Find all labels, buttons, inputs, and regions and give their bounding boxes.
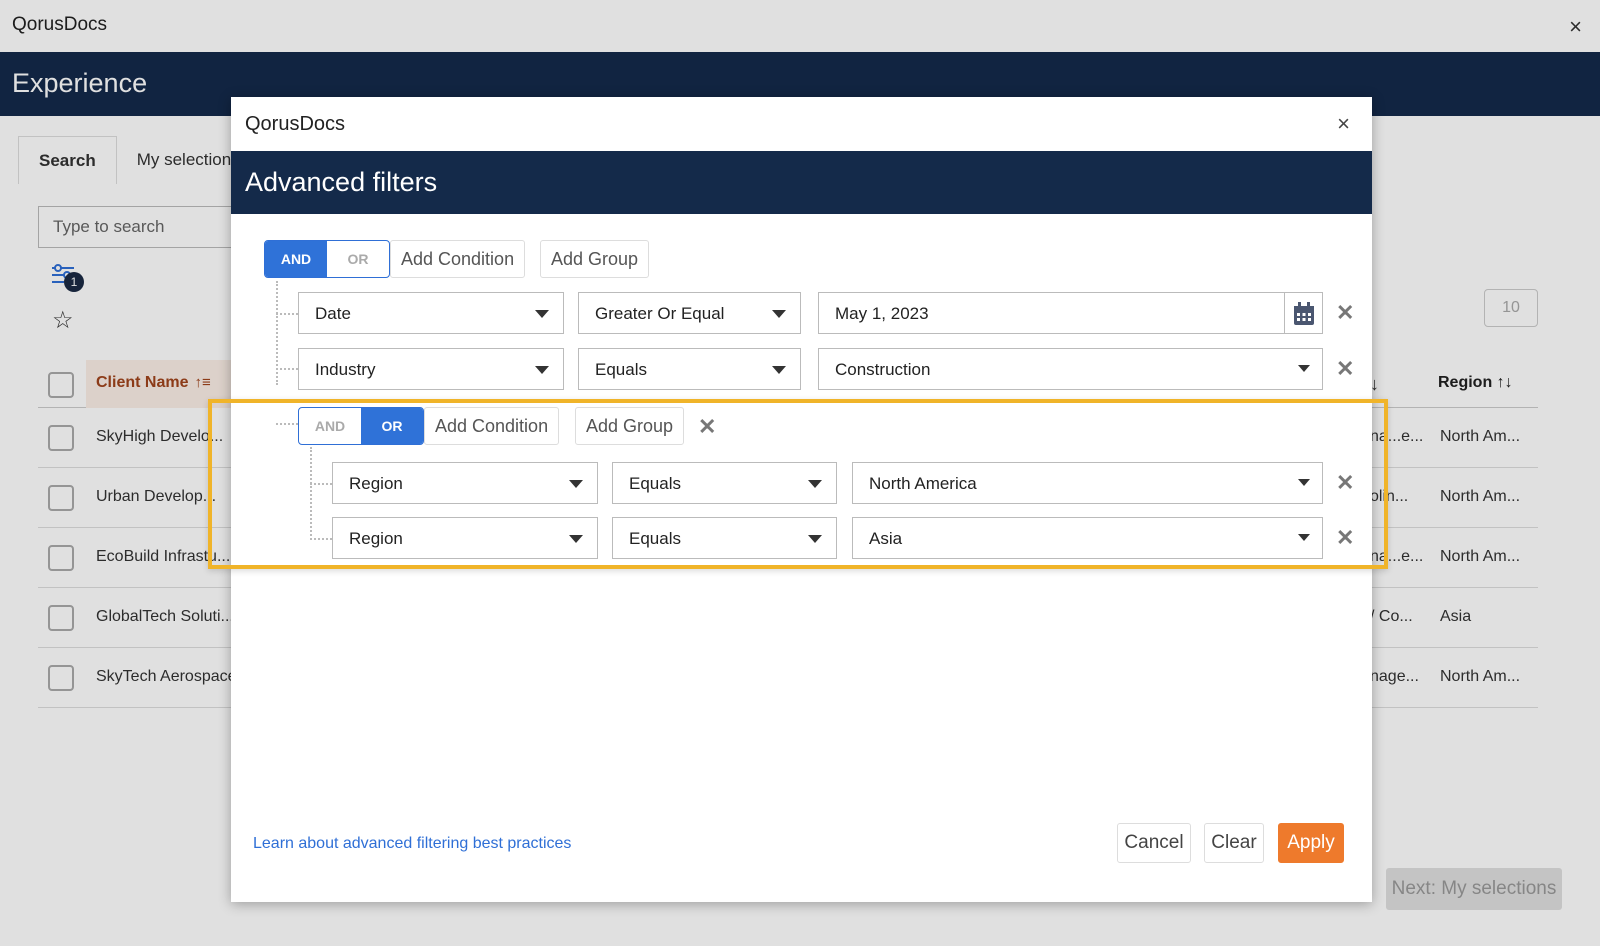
condition-value: Asia (869, 529, 903, 548)
condition-value: Construction (835, 360, 931, 379)
dialog-close-icon[interactable]: × (1337, 111, 1350, 137)
chevron-down-icon (1298, 479, 1310, 486)
remove-condition-icon[interactable]: ✕ (1336, 302, 1354, 324)
condition-operator-select[interactable]: Equals (612, 462, 837, 504)
tree-connector (310, 447, 312, 540)
dialog-title: Advanced filters (245, 167, 438, 197)
tree-connector (310, 483, 332, 485)
group-or-option[interactable]: OR (361, 408, 423, 444)
dialog-titlebar: QorusDocs × (231, 97, 1372, 151)
condition-field-value: Region (349, 529, 403, 548)
condition-value-select[interactable]: Construction (818, 348, 1323, 390)
condition-field-value: Industry (315, 360, 376, 379)
condition-operator-select[interactable]: Equals (612, 517, 837, 559)
condition-field-select[interactable]: Region (332, 462, 598, 504)
group-and-or-toggle: AND OR (298, 407, 424, 445)
dialog-header: Advanced filters (231, 151, 1372, 214)
chevron-down-icon (1298, 534, 1310, 541)
condition-field-value: Region (349, 474, 403, 493)
group-add-group-button[interactable]: Add Group (575, 407, 685, 445)
chevron-down-icon (569, 535, 583, 543)
root-or-option[interactable]: OR (327, 241, 389, 277)
cancel-button[interactable]: Cancel (1117, 823, 1191, 863)
condition-value-select[interactable]: North America (852, 462, 1323, 504)
remove-group-icon[interactable]: ✕ (698, 416, 716, 438)
tree-connector (276, 313, 298, 315)
tree-connector (310, 538, 332, 540)
root-add-group-button[interactable]: Add Group (540, 240, 650, 278)
learn-more-link[interactable]: Learn about advanced filtering best prac… (253, 835, 571, 853)
condition-date-input[interactable]: May 1, 2023 (818, 292, 1285, 334)
chevron-down-icon (1298, 365, 1310, 372)
condition-field-select[interactable]: Region (332, 517, 598, 559)
condition-operator-value: Equals (629, 474, 681, 493)
remove-condition-icon[interactable]: ✕ (1336, 527, 1354, 549)
remove-condition-icon[interactable]: ✕ (1336, 472, 1354, 494)
apply-button[interactable]: Apply (1278, 823, 1344, 863)
chevron-down-icon (569, 480, 583, 488)
calendar-icon (1294, 302, 1314, 325)
condition-operator-value: Greater Or Equal (595, 304, 725, 323)
condition-operator-select[interactable]: Equals (578, 348, 801, 390)
chevron-down-icon (772, 366, 786, 374)
dialog-app-title: QorusDocs (245, 113, 346, 135)
chevron-down-icon (808, 480, 822, 488)
root-add-condition-button[interactable]: Add Condition (390, 240, 526, 278)
condition-value-select[interactable]: Asia (852, 517, 1323, 559)
chevron-down-icon (808, 535, 822, 543)
calendar-button[interactable] (1285, 292, 1323, 334)
condition-operator-value: Equals (595, 360, 647, 379)
remove-condition-icon[interactable]: ✕ (1336, 358, 1354, 380)
chevron-down-icon (772, 310, 786, 318)
condition-field-value: Date (315, 304, 351, 323)
condition-operator-select[interactable]: Greater Or Equal (578, 292, 801, 334)
clear-button[interactable]: Clear (1204, 823, 1264, 863)
advanced-filters-dialog: QorusDocs × Advanced filters AND OR Add … (231, 97, 1372, 902)
root-and-or-toggle: AND OR (264, 240, 390, 278)
condition-field-select[interactable]: Industry (298, 348, 564, 390)
chevron-down-icon (535, 310, 549, 318)
tree-connector (276, 423, 298, 425)
condition-value: North America (869, 474, 977, 493)
chevron-down-icon (535, 366, 549, 374)
group-and-option[interactable]: AND (299, 408, 361, 444)
condition-operator-value: Equals (629, 529, 681, 548)
tree-connector (276, 368, 298, 370)
root-and-option[interactable]: AND (265, 241, 327, 277)
condition-date-value: May 1, 2023 (835, 304, 929, 323)
group-add-condition-button[interactable]: Add Condition (424, 407, 560, 445)
condition-field-select[interactable]: Date (298, 292, 564, 334)
